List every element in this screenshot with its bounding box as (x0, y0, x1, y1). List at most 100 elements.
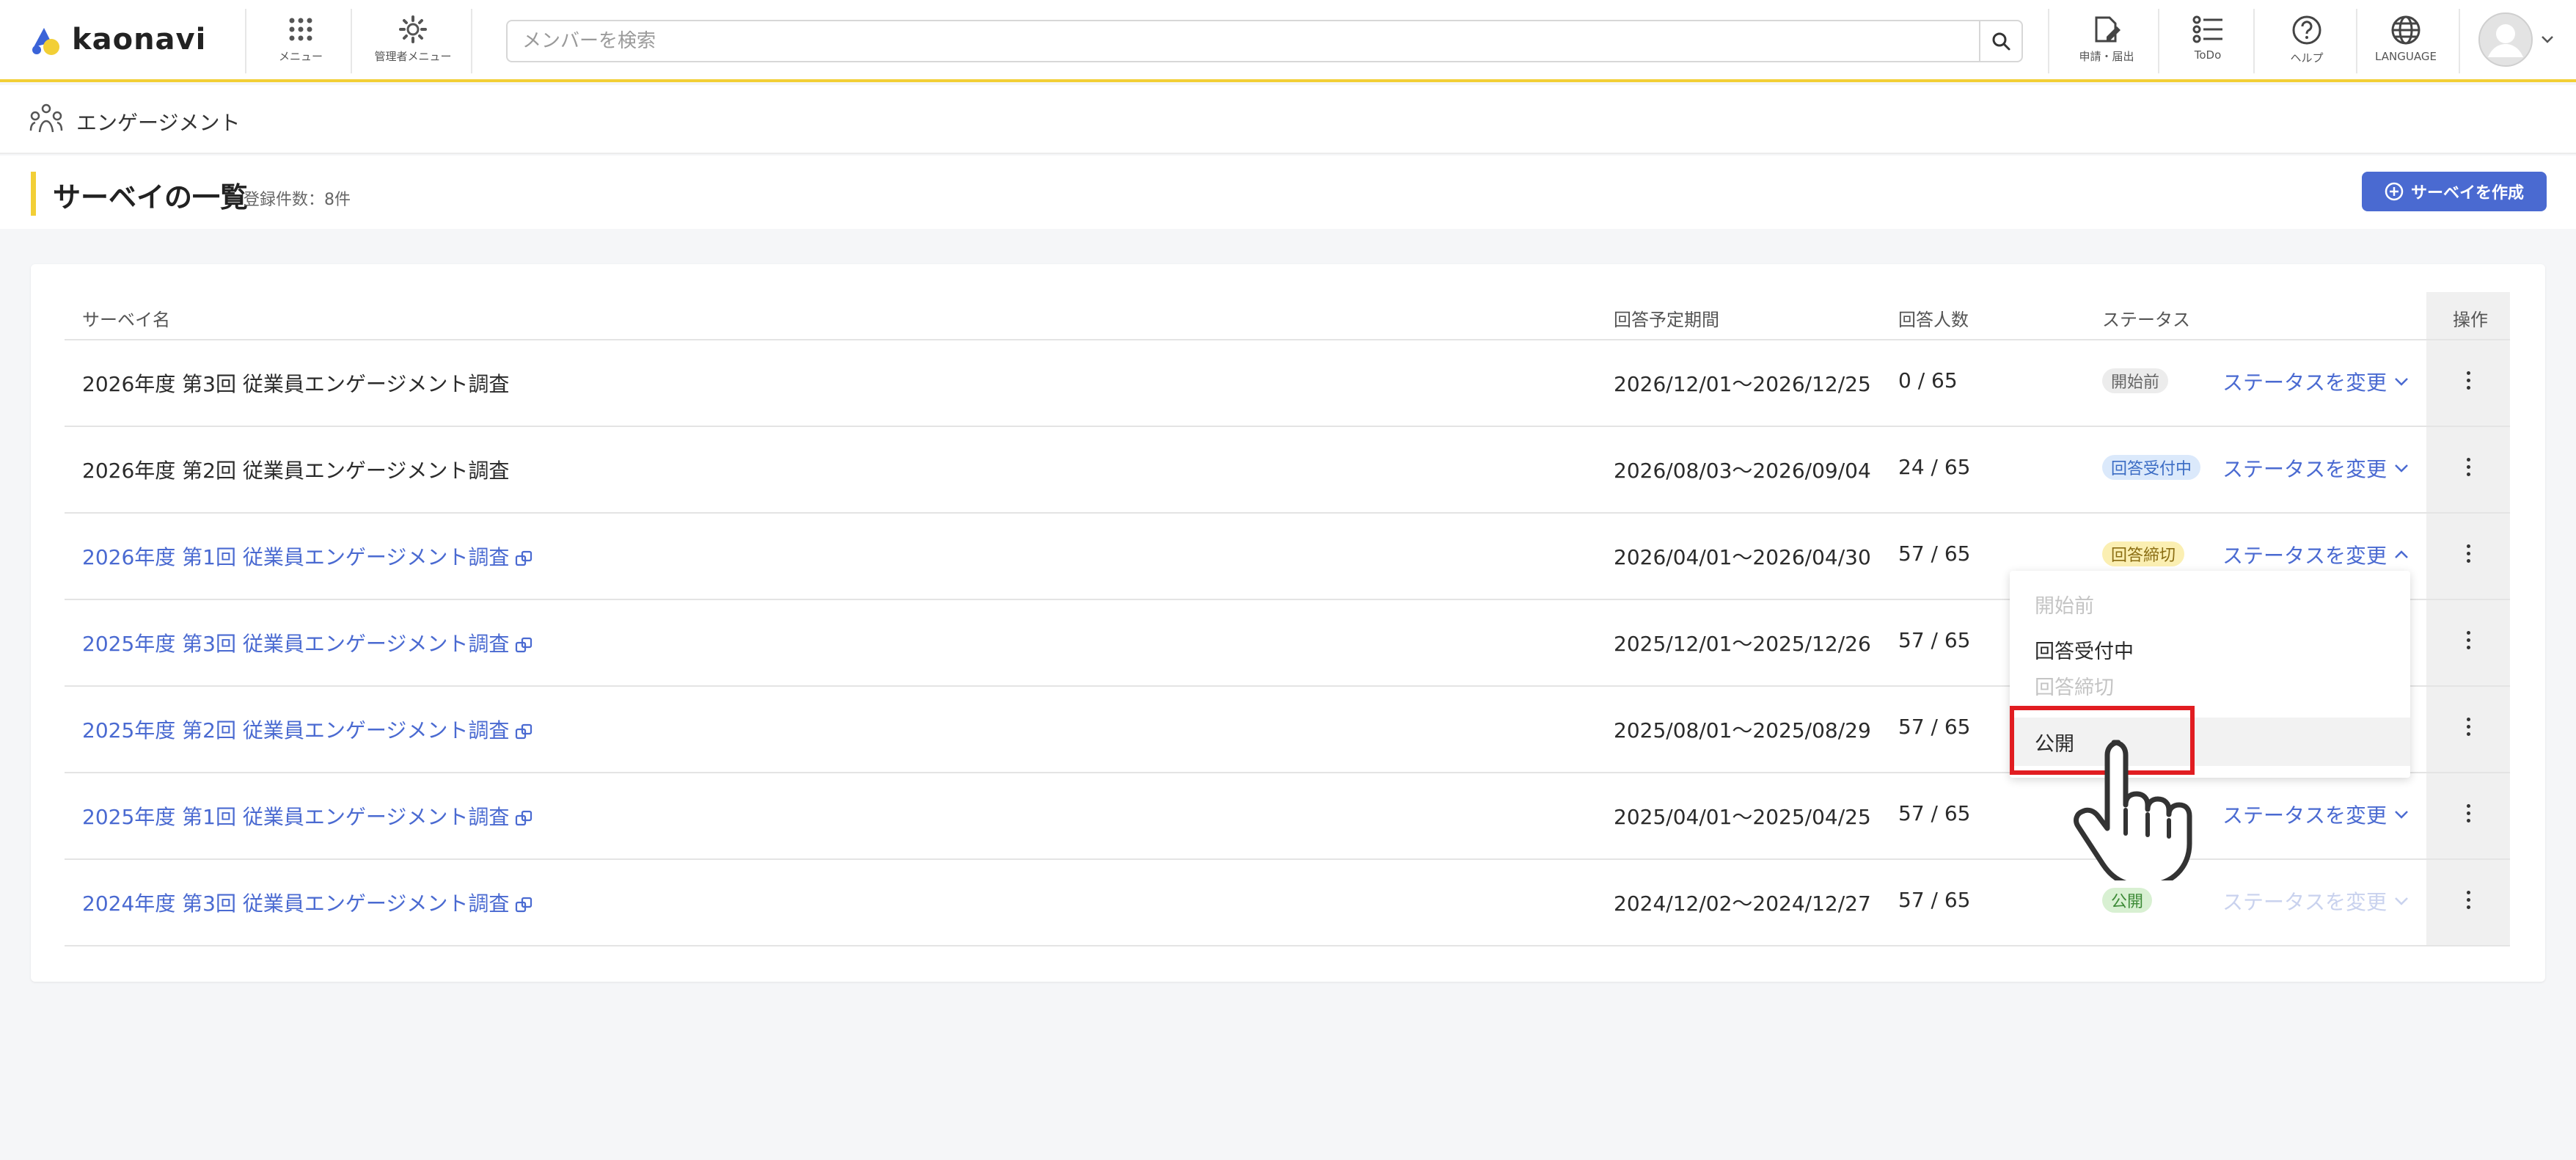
survey-name-link[interactable]: 2025年度 第2回 従業員エンゲージメント調査 (82, 715, 534, 744)
column-header-name: サーベイ名 (82, 310, 170, 330)
survey-name: 2026年度 第1回 従業員エンゲージメント調査 (82, 545, 510, 569)
survey-respondents: 57 / 65 (1898, 888, 1971, 912)
header-divider (245, 9, 246, 73)
row-actions-kebab-icon[interactable] (2463, 371, 2473, 390)
breadcrumb-label[interactable]: エンゲージメント (76, 107, 240, 136)
language-label: LANGUAGE (2375, 50, 2437, 63)
row-actions-kebab-icon[interactable] (2463, 891, 2473, 909)
table-divider (65, 426, 2510, 427)
change-status-button[interactable]: ステータスを変更 (2222, 453, 2409, 483)
change-status-button: ステータスを変更 (2222, 886, 2409, 916)
survey-name-link[interactable]: 2025年度 第3回 従業員エンゲージメント調査 (82, 628, 534, 657)
change-status-button[interactable]: ステータスを変更 (2222, 367, 2409, 396)
search-button[interactable] (1979, 21, 2021, 61)
header-divider (351, 9, 352, 73)
survey-period: 2026/12/01〜2026/12/25 (1614, 372, 1871, 396)
row-actions-kebab-icon[interactable] (2463, 544, 2473, 563)
status-badge: 公開 (2102, 888, 2153, 913)
gear-icon (399, 15, 427, 43)
header-divider (2158, 9, 2159, 73)
change-status-label: ステータスを変更 (2222, 371, 2387, 395)
page-title-bar: サーベイの一覧 登録件数：8件 (0, 156, 2576, 229)
change-status-button[interactable]: ステータスを変更 (2222, 540, 2409, 569)
survey-respondents: 57 / 65 (1898, 541, 1971, 566)
survey-name-link[interactable]: 2025年度 第1回 従業員エンゲージメント調査 (82, 801, 534, 831)
kaonavi-logo[interactable]: kaonavi (26, 18, 206, 62)
external-link-icon (516, 637, 533, 653)
member-search-input[interactable] (522, 21, 1960, 61)
change-status-label: ステータスを変更 (2222, 544, 2387, 568)
survey-period: 2026/04/01〜2026/04/30 (1614, 545, 1871, 569)
survey-name: 2026年度 第2回 従業員エンゲージメント調査 (82, 459, 510, 483)
header-divider (2253, 9, 2255, 73)
create-survey-button[interactable]: サーベイを作成 (2362, 172, 2547, 211)
survey-respondents: 57 / 65 (1898, 801, 1971, 825)
checklist-icon (2192, 15, 2222, 43)
chevron-down-icon (2395, 464, 2408, 473)
todo-button[interactable]: ToDo (2171, 15, 2244, 62)
change-status-button[interactable]: ステータスを変更 (2222, 800, 2409, 829)
survey-name: 2026年度 第3回 従業員エンゲージメント調査 (82, 372, 510, 396)
external-link-icon (516, 723, 533, 740)
breadcrumb: エンゲージメント (0, 85, 2576, 154)
help-circle-icon (2292, 15, 2321, 45)
row-actions-kebab-icon[interactable] (2463, 458, 2473, 476)
survey-name-link[interactable]: 2024年度 第3回 従業員エンゲージメント調査 (82, 888, 534, 917)
survey-respondents: 57 / 65 (1898, 715, 1971, 739)
survey-respondents: 24 / 65 (1898, 455, 1971, 479)
header-divider (2356, 9, 2357, 73)
header-divider (2048, 9, 2049, 73)
table-divider (65, 339, 2510, 340)
survey-period: 2025/12/01〜2025/12/26 (1614, 632, 1871, 656)
survey-name: 2024年度 第3回 従業員エンゲージメント調査 (82, 891, 510, 916)
survey-period: 2024/12/02〜2024/12/27 (1614, 891, 1871, 916)
record-count: 登録件数：8件 (244, 191, 351, 209)
survey-respondents: 0 / 65 (1898, 368, 1958, 393)
create-survey-label: サーベイを作成 (2410, 183, 2524, 202)
logo-text: kaonavi (72, 23, 207, 56)
hand-pointer-icon (2074, 740, 2192, 880)
menu-label: メニュー (278, 50, 323, 63)
title-accent-bar (31, 172, 36, 216)
column-header-period: 回答予定期間 (1614, 310, 1719, 330)
survey-name: 2025年度 第2回 従業員エンゲージメント調査 (82, 718, 510, 743)
menu-button[interactable]: メニュー (271, 15, 330, 64)
survey-name-link[interactable]: 2026年度 第1回 従業員エンゲージメント調査 (82, 541, 534, 571)
page-title: サーベイの一覧 (53, 181, 249, 214)
chevron-down-icon (2395, 378, 2408, 386)
help-button[interactable]: ヘルプ (2266, 15, 2347, 65)
application-button[interactable]: 申請・届出 (2061, 15, 2152, 64)
admin-menu-label: 管理者メニュー (374, 50, 452, 63)
chevron-down-icon (2395, 811, 2408, 819)
user-menu-button[interactable] (2478, 12, 2558, 67)
admin-menu-button[interactable]: 管理者メニュー (361, 15, 465, 64)
row-actions-kebab-icon[interactable] (2463, 804, 2473, 822)
header-divider (471, 9, 472, 73)
chevron-down-icon (2542, 36, 2553, 43)
dropdown-item-accepting[interactable]: 回答受付中 (2010, 627, 2410, 672)
external-link-icon (516, 550, 533, 566)
todo-label: ToDo (2194, 48, 2222, 62)
chevron-down-icon (2395, 897, 2408, 905)
row-actions-kebab-icon[interactable] (2463, 631, 2473, 649)
status-badge: 開始前 (2102, 368, 2169, 393)
external-link-icon (516, 897, 533, 913)
survey-respondents: 57 / 65 (1898, 628, 1971, 652)
change-status-label: ステータスを変更 (2222, 890, 2387, 914)
status-badge: 回答締切 (2102, 541, 2185, 566)
globe-icon (2391, 15, 2421, 45)
avatar (2478, 12, 2533, 67)
survey-name: 2025年度 第1回 従業員エンゲージメント調査 (82, 805, 510, 829)
operations-column-bg (2426, 292, 2510, 946)
plus-circle-icon (2385, 182, 2404, 201)
row-actions-kebab-icon[interactable] (2463, 718, 2473, 736)
language-button[interactable]: LANGUAGE (2363, 15, 2448, 63)
change-status-label: ステータスを変更 (2222, 803, 2387, 828)
document-pen-icon (2095, 16, 2121, 43)
chevron-up-icon (2395, 550, 2408, 558)
logo-mark-icon (32, 28, 59, 55)
grid-icon (289, 18, 312, 41)
application-label: 申請・届出 (2079, 50, 2134, 63)
dropdown-item-not-started: 開始前 (2035, 594, 2094, 618)
survey-period: 2025/04/01〜2025/04/25 (1614, 805, 1871, 829)
